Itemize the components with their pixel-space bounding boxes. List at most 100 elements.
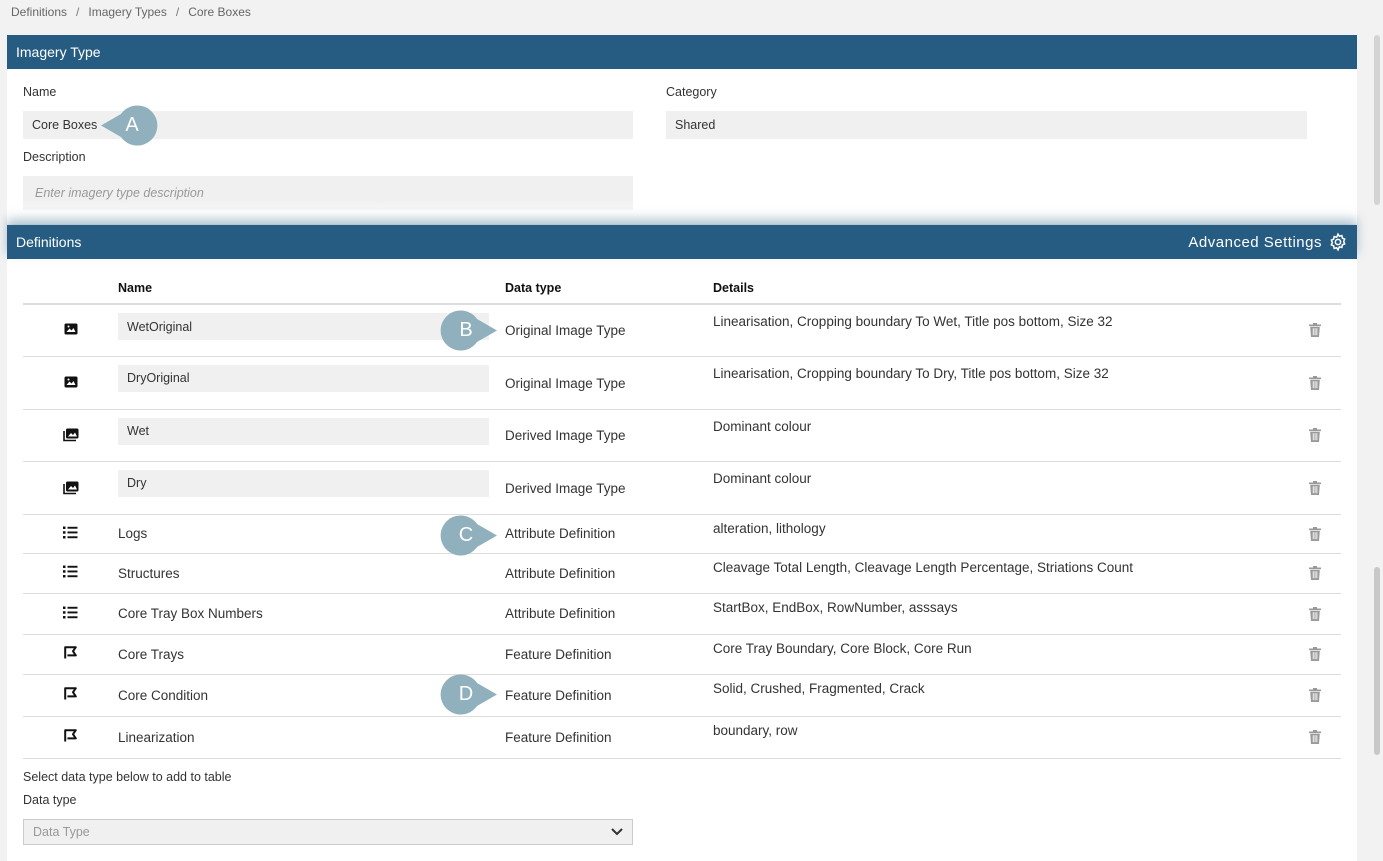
definitions-title: Definitions bbox=[16, 234, 82, 250]
trash-icon bbox=[1309, 606, 1321, 621]
definition-data-type: Feature Definition bbox=[505, 729, 612, 745]
table-row[interactable]: Core Trays Feature Definition Core Tray Bo… bbox=[23, 634, 1341, 675]
callout-label: D bbox=[458, 683, 474, 705]
delete-button[interactable] bbox=[1289, 730, 1341, 744]
breadcrumb-item-imagery-types[interactable]: Imagery Types bbox=[88, 5, 166, 19]
list-icon bbox=[63, 565, 78, 581]
image-icon bbox=[64, 376, 78, 391]
definition-name-input[interactable]: Dry bbox=[118, 469, 489, 497]
definition-data-type: Feature Definition bbox=[505, 646, 612, 662]
delete-button[interactable] bbox=[1289, 428, 1341, 442]
imagery-type-header: Imagery Type bbox=[7, 35, 1357, 69]
description-label: Description bbox=[23, 150, 86, 164]
trash-icon bbox=[1309, 323, 1321, 338]
callout-label: C bbox=[458, 524, 474, 546]
definition-data-type: Derived Image Type bbox=[505, 427, 626, 443]
definition-details: Dominant colour bbox=[713, 418, 812, 434]
table-row[interactable]: Logs Attribute Definition alteration, lith… bbox=[23, 514, 1341, 554]
scroll-fade bbox=[7, 200, 1357, 224]
breadcrumb-separator: / bbox=[175, 5, 180, 19]
delete-button[interactable] bbox=[1289, 323, 1341, 338]
delete-button[interactable] bbox=[1289, 566, 1341, 580]
callout-label: B bbox=[459, 319, 473, 341]
images-icon bbox=[62, 481, 79, 498]
definition-details: Linearisation, Cropping boundary To Wet,… bbox=[713, 314, 1113, 329]
definition-name: Dry bbox=[127, 476, 147, 490]
definitions-table: Name Data type Details WetOriginal Origin… bbox=[23, 272, 1341, 759]
name-label: Name bbox=[23, 85, 57, 99]
breadcrumb: Definitions / Imagery Types / Core Boxes bbox=[11, 5, 251, 19]
callout-marker: C bbox=[435, 515, 497, 556]
table-header-row: Name Data type Details bbox=[23, 272, 1341, 305]
trash-icon bbox=[1309, 428, 1321, 442]
definitions-header: Definitions Advanced Settings bbox=[7, 225, 1357, 259]
data-type-label: Data type bbox=[23, 793, 77, 807]
definition-details: alteration, lithology bbox=[713, 520, 826, 536]
trash-icon bbox=[1309, 730, 1321, 744]
advanced-settings-label: Advanced Settings bbox=[1188, 233, 1322, 251]
breadcrumb-item-definitions[interactable]: Definitions bbox=[11, 5, 67, 19]
scrollbar-thumb[interactable] bbox=[1374, 567, 1380, 755]
definition-name: Core Condition bbox=[118, 687, 209, 703]
definition-data-type: Attribute Definition bbox=[505, 526, 616, 541]
delete-button[interactable] bbox=[1289, 688, 1341, 702]
definition-name-input[interactable]: DryOriginal bbox=[118, 364, 489, 392]
callout-marker: D bbox=[435, 674, 497, 715]
trash-icon bbox=[1309, 566, 1321, 580]
definition-details: boundary, row bbox=[713, 722, 798, 738]
breadcrumb-item-core-boxes: Core Boxes bbox=[188, 5, 251, 19]
scrollbar-thumb-top[interactable] bbox=[1374, 35, 1380, 205]
definition-name: Structures bbox=[118, 565, 180, 581]
gear-icon bbox=[1330, 232, 1346, 252]
category-input[interactable]: Shared bbox=[666, 111, 1307, 139]
add-hint: Select data type below to add to table bbox=[23, 770, 232, 784]
definition-name: Logs bbox=[118, 526, 148, 541]
breadcrumb-separator: / bbox=[76, 5, 80, 19]
data-type-select[interactable]: Data Type bbox=[23, 819, 633, 845]
definition-name: Wet bbox=[127, 424, 149, 438]
table-row[interactable]: WetOriginal Original Image Type Linearisat… bbox=[23, 304, 1341, 357]
chevron-down-icon bbox=[611, 828, 623, 836]
table-row[interactable]: Core Tray Box Numbers Attribute Definitio… bbox=[23, 593, 1341, 635]
table-row[interactable]: Core Condition Feature Definition Solid, C… bbox=[23, 674, 1341, 717]
table-row[interactable]: Dry Derived Image Type Dominant colour bbox=[23, 461, 1341, 515]
table-row[interactable]: Linearization Feature Definition boundary,… bbox=[23, 716, 1341, 759]
name-value: Core Boxes bbox=[32, 118, 98, 132]
description-placeholder: Enter imagery type description bbox=[35, 186, 204, 200]
feature-icon bbox=[64, 646, 77, 662]
table-row[interactable]: DryOriginal Original Image Type Linearisat… bbox=[23, 356, 1341, 410]
table-row[interactable]: Structures Attribute Definition Cleavage T… bbox=[23, 553, 1341, 594]
delete-column-header bbox=[1289, 272, 1341, 305]
definition-data-type: Feature Definition bbox=[505, 687, 612, 703]
image-icon bbox=[64, 323, 78, 338]
callout-marker: B bbox=[435, 310, 497, 351]
list-icon bbox=[63, 526, 78, 542]
definition-details: Linearisation, Cropping boundary To Dry,… bbox=[713, 365, 1109, 381]
definition-data-type: Original Image Type bbox=[505, 323, 626, 338]
trash-icon bbox=[1309, 647, 1321, 661]
definitions-panel: Definitions Advanced Settings Name Data … bbox=[7, 225, 1357, 861]
definition-details: Cleavage Total Length, Cleavage Length P… bbox=[713, 559, 1134, 575]
trash-icon bbox=[1309, 526, 1321, 541]
definition-name: DryOriginal bbox=[127, 371, 190, 385]
imagery-type-title: Imagery Type bbox=[16, 44, 101, 60]
delete-button[interactable] bbox=[1289, 480, 1341, 495]
table-row[interactable]: Wet Derived Image Type Dominant colour bbox=[23, 409, 1341, 462]
definition-data-type: Attribute Definition bbox=[505, 565, 616, 581]
delete-button[interactable] bbox=[1289, 647, 1341, 661]
delete-button[interactable] bbox=[1289, 375, 1341, 390]
delete-button[interactable] bbox=[1289, 526, 1341, 541]
definition-details: Dominant colour bbox=[713, 470, 812, 486]
images-icon bbox=[62, 428, 79, 445]
imagery-type-panel: Imagery Type Name Core Boxes Category Sh… bbox=[7, 35, 1357, 224]
definition-data-type: Original Image Type bbox=[505, 375, 626, 391]
delete-button[interactable] bbox=[1289, 606, 1341, 621]
advanced-settings-button[interactable]: Advanced Settings bbox=[1188, 232, 1348, 252]
definition-name-input[interactable]: WetOriginal bbox=[118, 313, 489, 340]
definition-name: WetOriginal bbox=[127, 319, 193, 334]
feature-icon bbox=[64, 729, 77, 745]
definition-name-input[interactable]: Wet bbox=[118, 417, 489, 445]
data-type-placeholder: Data Type bbox=[33, 825, 90, 839]
callout-label: A bbox=[125, 114, 139, 136]
icon-column-header bbox=[23, 272, 118, 305]
